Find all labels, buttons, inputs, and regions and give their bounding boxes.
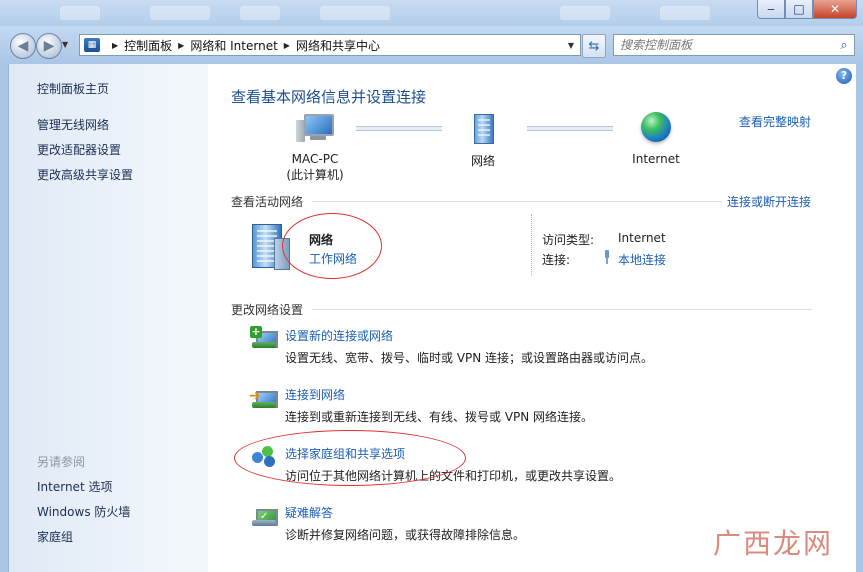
control-panel-icon: ▦ <box>84 38 100 52</box>
sidebar-item-manage-wireless[interactable]: 管理无线网络 <box>37 116 109 133</box>
breadcrumb-network-sharing-center[interactable]: 网络和共享中心 <box>296 37 380 54</box>
refresh-button[interactable]: ⇆ <box>582 34 606 58</box>
connections-label: 连接: <box>542 253 571 267</box>
view-full-map-link[interactable]: 查看完整映射 <box>739 113 811 130</box>
history-dropdown-icon[interactable]: ▼ <box>62 40 68 49</box>
ethernet-icon <box>602 250 612 264</box>
page-title: 查看基本网络信息并设置连接 <box>231 88 427 106</box>
homegroup-sharing-desc: 访问位于其他网络计算机上的文件和打印机，或更改共享设置。 <box>285 469 622 483</box>
title-bar: ‒ □ ✕ <box>0 0 863 26</box>
title-bar-reflection <box>320 6 390 20</box>
title-bar-reflection <box>560 6 610 20</box>
active-network-icon <box>248 222 296 270</box>
change-settings-label: 更改网络设置 <box>231 303 304 317</box>
computer-icon[interactable] <box>296 114 334 144</box>
breadcrumb: ▶ 控制面板 ▶ 网络和 Internet ▶ 网络和共享中心 <box>106 37 380 54</box>
watermark: 广西龙网 <box>712 527 833 560</box>
title-bar-reflection <box>240 6 280 20</box>
close-button[interactable]: ✕ <box>813 0 857 19</box>
chevron-right-icon[interactable]: ▶ <box>178 41 184 50</box>
vertical-divider <box>531 214 533 276</box>
back-arrow-icon: ◀ <box>17 38 29 54</box>
chevron-right-icon[interactable]: ▶ <box>112 41 118 50</box>
search-input[interactable] <box>614 37 834 53</box>
divider <box>312 201 722 202</box>
troubleshoot-desc: 诊断并修复网络问题，或获得故障排除信息。 <box>285 528 526 542</box>
access-type-label: 访问类型: <box>542 233 595 247</box>
minimize-button[interactable]: ‒ <box>757 0 785 19</box>
sidebar-item-advanced-sharing[interactable]: 更改高级共享设置 <box>37 166 133 183</box>
title-bar-reflection <box>150 6 210 20</box>
refresh-icon: ⇆ <box>588 38 600 54</box>
computer-name: MAC-PC <box>291 152 339 166</box>
address-dropdown-icon[interactable]: ▼ <box>568 41 574 50</box>
back-button[interactable]: ◀ <box>10 33 36 59</box>
troubleshoot-icon: ✓ <box>252 504 278 528</box>
maximize-button[interactable]: □ <box>785 0 813 19</box>
search-box[interactable]: ⌕ <box>613 34 855 56</box>
access-type-value: Internet <box>618 231 666 245</box>
title-bar-reflection <box>60 6 100 20</box>
internet-label: Internet <box>632 152 680 166</box>
close-icon: ✕ <box>829 2 841 16</box>
homegroup-icon <box>252 446 278 468</box>
troubleshoot-link[interactable]: 疑难解答 <box>285 504 333 521</box>
map-connector <box>356 126 442 131</box>
maximize-icon: □ <box>793 2 805 16</box>
computer-subtitle: (此计算机) <box>286 168 344 182</box>
setup-connection-link[interactable]: 设置新的连接或网络 <box>285 327 393 344</box>
help-icon[interactable]: ? <box>836 68 852 84</box>
local-connection-link[interactable]: 本地连接 <box>618 251 666 268</box>
connect-to-network-desc: 连接到或重新连接到无线、有线、拨号或 VPN 网络连接。 <box>285 410 594 424</box>
sidebar-item-adapter-settings[interactable]: 更改适配器设置 <box>37 141 121 158</box>
main-content: ? 查看基本网络信息并设置连接 查看完整映射 MAC-PC (此计算机) 网络 … <box>208 64 856 572</box>
sidebar-item-windows-firewall[interactable]: Windows 防火墙 <box>37 503 130 520</box>
computer-label: MAC-PC (此计算机) <box>272 152 358 183</box>
navigation-bar: ◀ ▶ ▼ ▦ ▶ 控制面板 ▶ 网络和 Internet ▶ 网络和共享中心 … <box>0 26 863 64</box>
new-connection-icon: + <box>250 326 278 350</box>
homegroup-sharing-link[interactable]: 选择家庭组和共享选项 <box>285 445 405 462</box>
connect-to-network-link[interactable]: 连接到网络 <box>285 386 345 403</box>
setup-connection-desc: 设置无线、宽带、拨号、临时或 VPN 连接；或设置路由器或访问点。 <box>285 351 654 365</box>
sidebar-item-control-panel-home[interactable]: 控制面板主页 <box>37 80 109 97</box>
breadcrumb-control-panel[interactable]: 控制面板 <box>124 37 172 54</box>
sidebar-item-internet-options[interactable]: Internet 选项 <box>37 478 112 495</box>
breadcrumb-network-internet[interactable]: 网络和 Internet <box>190 37 277 54</box>
network-type-link[interactable]: 工作网络 <box>309 250 357 267</box>
active-network-name: 网络 <box>309 233 334 247</box>
minimize-icon: ‒ <box>767 2 775 16</box>
sidebar: 控制面板主页 管理无线网络 更改适配器设置 更改高级共享设置 另请参阅 Inte… <box>8 64 209 572</box>
connect-network-icon: ➜ <box>249 386 278 410</box>
window-controls: ‒ □ ✕ <box>757 0 857 19</box>
active-networks-label: 查看活动网络 <box>231 195 304 209</box>
map-connector <box>527 126 613 131</box>
divider <box>312 309 812 310</box>
title-bar-reflection <box>660 6 710 20</box>
chevron-right-icon[interactable]: ▶ <box>284 41 290 50</box>
see-also-heading: 另请参阅 <box>37 455 86 469</box>
forward-button[interactable]: ▶ <box>36 33 62 59</box>
connect-disconnect-link[interactable]: 连接或断开连接 <box>727 193 811 210</box>
forward-arrow-icon: ▶ <box>43 38 55 54</box>
search-icon[interactable]: ⌕ <box>834 38 854 53</box>
address-bar[interactable]: ▦ ▶ 控制面板 ▶ 网络和 Internet ▶ 网络和共享中心 ▼ <box>79 34 581 56</box>
sidebar-item-homegroup[interactable]: 家庭组 <box>37 528 73 545</box>
globe-icon[interactable] <box>641 112 671 142</box>
network-label: 网络 <box>470 154 495 168</box>
network-icon[interactable] <box>468 112 498 144</box>
